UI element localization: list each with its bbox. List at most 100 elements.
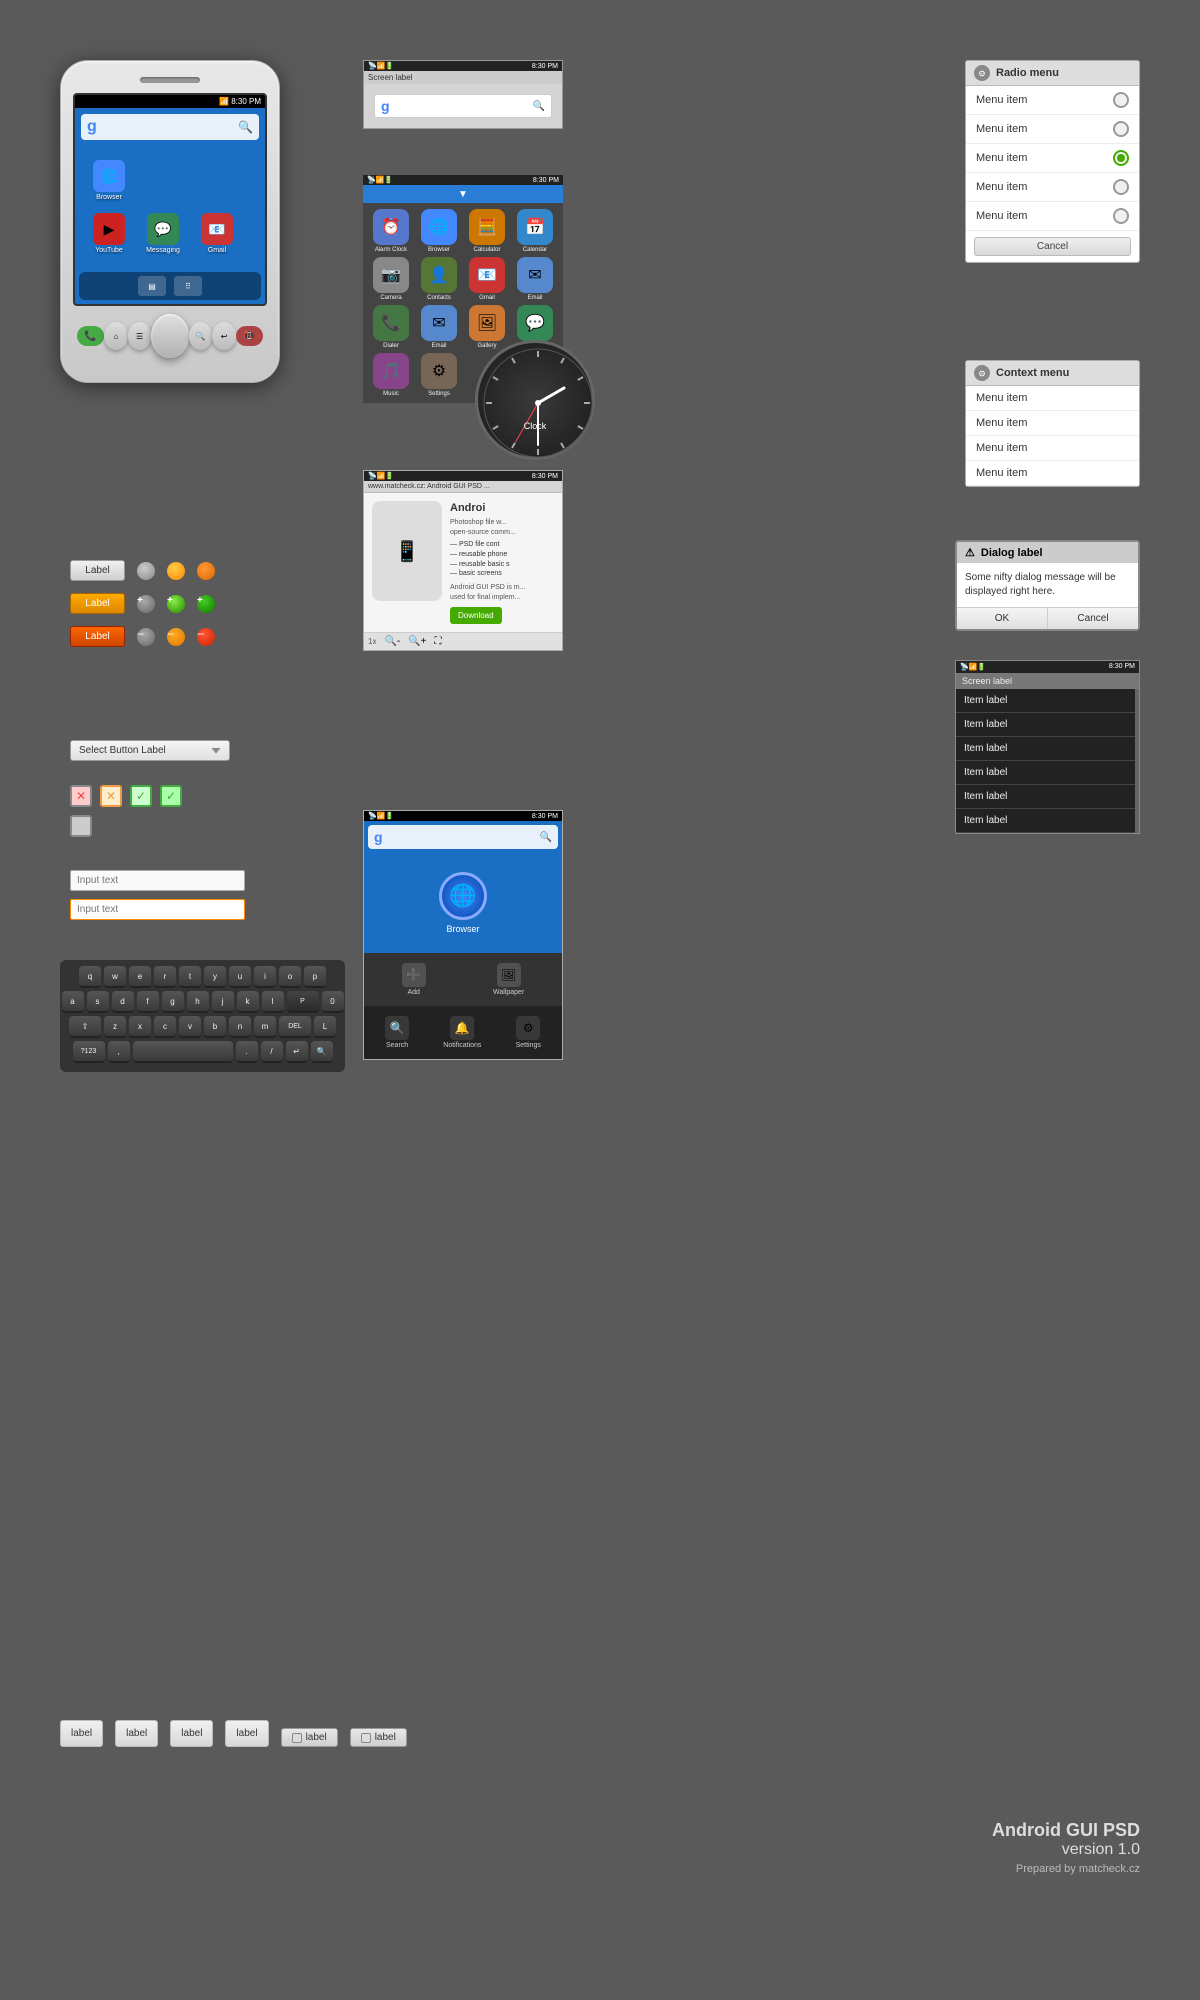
radio-circle-4[interactable] xyxy=(1113,179,1129,195)
end-call-button[interactable]: 📵 xyxy=(236,326,263,346)
key-space[interactable] xyxy=(133,1041,233,1063)
key-l[interactable]: l xyxy=(262,991,284,1013)
key-w[interactable]: w xyxy=(104,966,126,988)
key-z[interactable]: z xyxy=(104,1016,126,1038)
key-comma[interactable]: , xyxy=(108,1041,130,1063)
key-x[interactable]: x xyxy=(129,1016,151,1038)
radio-circle-3[interactable] xyxy=(1113,150,1129,166)
context-menu-item-1[interactable]: Menu item xyxy=(966,386,1139,411)
key-search[interactable]: 🔍 xyxy=(311,1041,333,1063)
app-browser[interactable]: 🌐 Browser xyxy=(417,209,461,253)
screen3-menu-settings[interactable]: ⚙ Settings xyxy=(512,1010,545,1055)
key-period[interactable]: . xyxy=(236,1041,258,1063)
search-magnifier[interactable]: 🔍 xyxy=(238,120,253,134)
default-button[interactable]: Label xyxy=(70,560,125,581)
screen3-search-icon[interactable]: 🔍 xyxy=(540,832,552,843)
screen3-browser-icon[interactable]: 🌐 xyxy=(439,872,487,920)
checkbox-x-orange[interactable]: ✕ xyxy=(100,785,122,807)
key-c[interactable]: c xyxy=(154,1016,176,1038)
trackball[interactable] xyxy=(151,314,188,358)
select-button[interactable]: Select Button Label xyxy=(70,740,230,761)
search-button[interactable]: 🔍 xyxy=(189,322,213,350)
list-item-6[interactable]: Item label xyxy=(956,809,1139,833)
phone-app-gmail[interactable]: 📧 Gmail xyxy=(193,213,241,254)
key-L[interactable]: L xyxy=(314,1016,336,1038)
key-s[interactable]: s xyxy=(87,991,109,1013)
app-dialer[interactable]: 📞 Dialer xyxy=(369,305,413,349)
key-p[interactable]: p xyxy=(304,966,326,988)
tab-label-1[interactable]: label xyxy=(60,1720,103,1747)
radio-menu-item-3[interactable]: Menu item xyxy=(966,144,1139,173)
checkbox-x-gray[interactable]: ✕ xyxy=(70,785,92,807)
app-music[interactable]: 🎵 Music xyxy=(369,353,413,397)
key-a[interactable]: a xyxy=(62,991,84,1013)
tab-label-checked-1[interactable]: label xyxy=(281,1728,338,1747)
key-y[interactable]: y xyxy=(204,966,226,988)
radio-menu-cancel-button[interactable]: Cancel xyxy=(974,237,1131,256)
app-calculator[interactable]: 🧮 Calculator xyxy=(465,209,509,253)
app-email2[interactable]: ✉ Email xyxy=(417,305,461,349)
phone-app-browser[interactable]: 🌐 Browser xyxy=(85,160,133,201)
screen3-menu-search[interactable]: 🔍 Search xyxy=(381,1010,413,1055)
orange-button[interactable]: Label xyxy=(70,593,125,614)
list-item-3[interactable]: Item label xyxy=(956,737,1139,761)
tab-label-2[interactable]: label xyxy=(115,1720,158,1747)
key-b[interactable]: b xyxy=(204,1016,226,1038)
key-sym[interactable]: ?123 xyxy=(73,1041,105,1063)
call-button[interactable]: 📞 xyxy=(77,326,104,346)
key-enter[interactable]: ↵ xyxy=(286,1041,308,1063)
key-f[interactable]: f xyxy=(137,991,159,1013)
back-button[interactable]: ↩ xyxy=(212,322,236,350)
key-backspace[interactable]: DEL xyxy=(279,1016,311,1038)
web-address-bar[interactable]: www.matcheck.cz: Android GUI PSD ... xyxy=(364,481,562,493)
phone-search-bar[interactable]: g 🔍 xyxy=(81,114,259,140)
key-o[interactable]: o xyxy=(279,966,301,988)
list-item-5[interactable]: Item label xyxy=(956,785,1139,809)
key-k[interactable]: k xyxy=(237,991,259,1013)
input-field-2[interactable] xyxy=(70,899,245,920)
list-item-4[interactable]: Item label xyxy=(956,761,1139,785)
key-n[interactable]: n xyxy=(229,1016,251,1038)
dock-icon-1[interactable]: ▤ xyxy=(138,276,166,296)
app-email[interactable]: ✉ Email xyxy=(513,257,557,301)
download-button[interactable]: Download xyxy=(450,607,502,624)
key-slash[interactable]: / xyxy=(261,1041,283,1063)
key-j[interactable]: j xyxy=(212,991,234,1013)
radio-menu-item-2[interactable]: Menu item xyxy=(966,115,1139,144)
checkbox-check-bright-green[interactable]: ✓ xyxy=(160,785,182,807)
dialog-ok-button[interactable]: OK xyxy=(957,608,1048,629)
screen3-menu-wallpaper[interactable]: 🖼 Wallpaper xyxy=(489,957,528,1002)
radio-circle-1[interactable] xyxy=(1113,92,1129,108)
key-del[interactable]: P xyxy=(287,991,319,1013)
context-menu-item-4[interactable]: Menu item xyxy=(966,461,1139,486)
app-contacts[interactable]: 👤 Contacts xyxy=(417,257,461,301)
radio-circle-5[interactable] xyxy=(1113,208,1129,224)
checkbox-check-green[interactable]: ✓ xyxy=(130,785,152,807)
screen3-menu-notifications[interactable]: 🔔 Notifications xyxy=(439,1010,485,1055)
dock-icon-2[interactable]: ⠿ xyxy=(174,276,202,296)
list-item-1[interactable]: Item label xyxy=(956,689,1139,713)
key-e[interactable]: e xyxy=(129,966,151,988)
home-button[interactable]: ⌂ xyxy=(104,322,128,350)
fullscreen-icon[interactable]: ⛶ xyxy=(435,636,442,647)
key-g[interactable]: g xyxy=(162,991,184,1013)
key-v[interactable]: v xyxy=(179,1016,201,1038)
red-button[interactable]: Label xyxy=(70,626,125,647)
key-t[interactable]: t xyxy=(179,966,201,988)
zoom-in-icon[interactable]: 🔍+ xyxy=(408,636,426,647)
key-q[interactable]: q xyxy=(79,966,101,988)
input-field-1[interactable] xyxy=(70,870,245,891)
key-i[interactable]: i xyxy=(254,966,276,988)
context-menu-item-3[interactable]: Menu item xyxy=(966,436,1139,461)
app-gmail[interactable]: 📧 Gmail xyxy=(465,257,509,301)
tab-label-3[interactable]: label xyxy=(170,1720,213,1747)
radio-menu-item-5[interactable]: Menu item xyxy=(966,202,1139,231)
checkbox-unchecked[interactable] xyxy=(70,815,92,837)
screen1-search-icon[interactable]: 🔍 xyxy=(533,101,545,112)
list-scrollbar[interactable] xyxy=(1135,689,1139,833)
app-camera[interactable]: 📷 Camera xyxy=(369,257,413,301)
key-h[interactable]: h xyxy=(187,991,209,1013)
key-shift[interactable]: ⇧ xyxy=(69,1016,101,1038)
phone-app-youtube[interactable]: ▶ YouTube xyxy=(85,213,133,254)
key-d[interactable]: d xyxy=(112,991,134,1013)
